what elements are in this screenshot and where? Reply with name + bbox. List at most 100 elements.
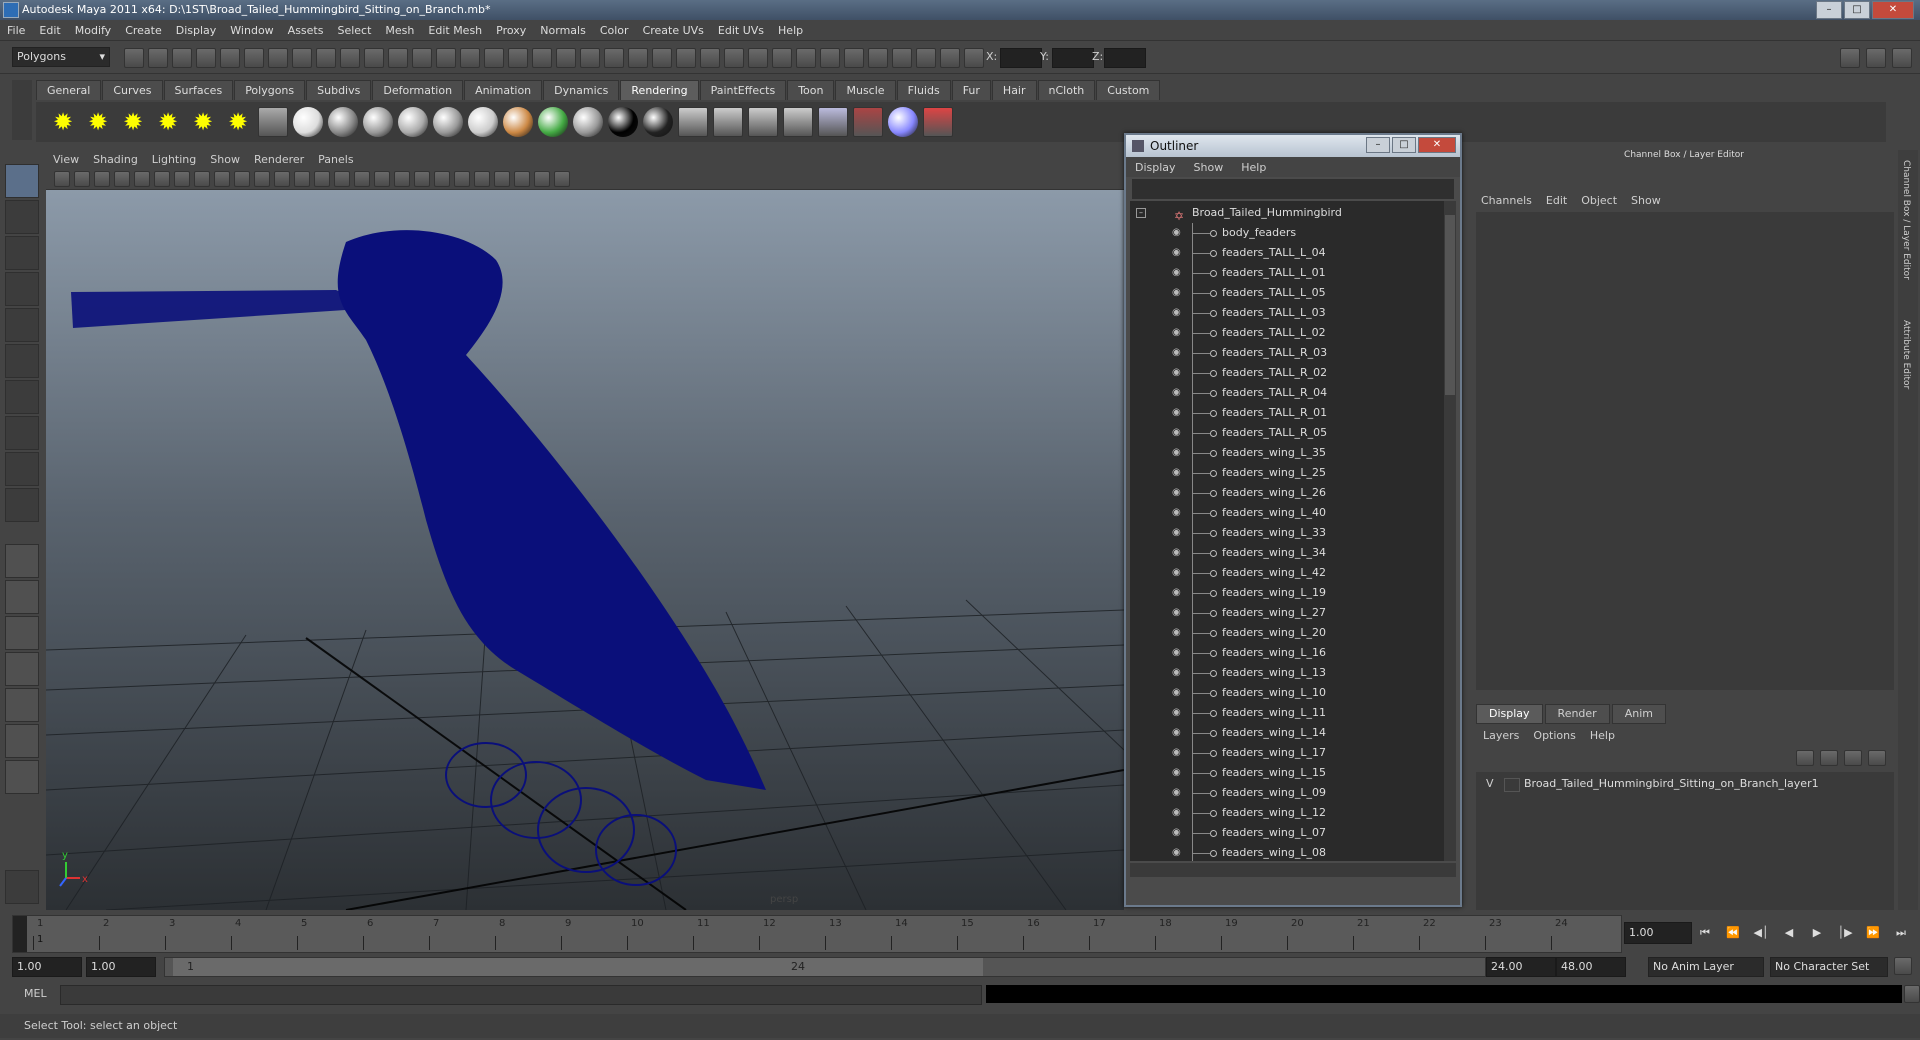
shelf-tab-subdivs[interactable]: Subdivs [306,80,372,100]
status-tool-icon[interactable] [436,48,456,68]
menu-edit-mesh[interactable]: Edit Mesh [421,24,489,37]
viewport-toolbar-icon[interactable] [274,171,290,187]
viewport-toolbar-icon[interactable] [414,171,430,187]
outliner-minimize-button[interactable]: – [1366,137,1390,153]
layer-tab-anim[interactable]: Anim [1611,704,1666,724]
layer-row[interactable]: V Broad_Tailed_Hummingbird_Sitting_on_Br… [1480,774,1890,794]
menu-file[interactable]: File [0,24,32,37]
anim-end-field[interactable]: 48.00 [1556,957,1626,977]
go-to-start-icon[interactable]: ⏮ [1694,924,1716,942]
new-layer-selected-icon[interactable] [1820,750,1838,766]
lasso-tool-icon[interactable] [5,200,39,234]
current-frame-field[interactable]: 1.00 [1624,922,1692,944]
outliner-item[interactable]: ◉ feaders_TALL_R_04 [1130,383,1444,403]
blinn-icon[interactable] [293,107,323,137]
attribute-editor-side-tab[interactable]: Attribute Editor [1901,320,1911,389]
viewport-toolbar-icon[interactable] [474,171,490,187]
outliner-item[interactable]: ◉ feaders_wing_L_27 [1130,603,1444,623]
viewport-menu-renderer[interactable]: Renderer [247,153,311,166]
shelf-tab-hair[interactable]: Hair [991,80,1037,100]
status-tool-icon[interactable] [604,48,624,68]
menu-mesh[interactable]: Mesh [378,24,421,37]
shelf-tab-fluids[interactable]: Fluids [896,80,951,100]
status-tool-icon[interactable] [484,48,504,68]
step-back-frame-icon[interactable]: ◀│ [1750,924,1772,942]
outliner-item[interactable]: ◉ feaders_wing_L_15 [1130,763,1444,783]
status-tool-icon[interactable] [652,48,672,68]
shelf-tab-surfaces[interactable]: Surfaces [163,80,234,100]
channelbox-menu-show[interactable]: Show [1624,194,1668,207]
outliner-horizontal-scrollbar[interactable] [1130,863,1456,877]
shelf-menu-handle[interactable] [12,80,32,140]
status-tool-icon[interactable] [940,48,960,68]
status-tool-icon[interactable] [748,48,768,68]
status-tool-icon[interactable] [388,48,408,68]
preferences-icon[interactable] [1894,957,1912,975]
outliner-item[interactable]: ◉ feaders_TALL_R_02 [1130,363,1444,383]
status-tool-icon[interactable] [412,48,432,68]
ambient-light-icon[interactable]: ✹ [48,107,78,137]
z-field[interactable] [1104,48,1146,68]
layer-tab-display[interactable]: Display [1476,704,1543,724]
viewport-toolbar-icon[interactable] [494,171,510,187]
status-tool-icon[interactable] [796,48,816,68]
render-view-icon[interactable] [678,107,708,137]
shelf-tab-polygons[interactable]: Polygons [234,80,306,100]
batch-render-icon[interactable] [853,107,883,137]
viewport-toolbar-icon[interactable] [454,171,470,187]
anim-start-field[interactable]: 1.00 [12,957,82,977]
viewport-toolbar-icon[interactable] [214,171,230,187]
paint-tool-icon[interactable] [923,107,953,137]
outliner-scroll-thumb[interactable] [1445,215,1455,395]
spot-light-icon[interactable]: ✹ [153,107,183,137]
last-tool-icon[interactable] [5,452,39,486]
manipulator-icon[interactable] [5,380,39,414]
outliner-item[interactable]: ◉ feaders_wing_L_16 [1130,643,1444,663]
graph-editor-layout-icon[interactable] [5,724,39,758]
outliner-item[interactable]: ◉ feaders_wing_L_09 [1130,783,1444,803]
layer-visibility-toggle[interactable]: V [1486,774,1494,794]
volume-light-icon[interactable]: ✹ [223,107,253,137]
viewport-toolbar-icon[interactable] [74,171,90,187]
move-tool-icon[interactable] [5,272,39,306]
range-slider[interactable]: 1 24 [164,957,1486,977]
shelf-tab-custom[interactable]: Custom [1096,80,1161,100]
shelf-tab-deformation[interactable]: Deformation [372,80,464,100]
show-tool-settings-icon[interactable] [1892,48,1912,68]
shading-map-icon[interactable] [643,107,673,137]
outliner-item[interactable]: ◉ feaders_TALL_L_01 [1130,263,1444,283]
outliner-item[interactable]: ◉ feaders_wing_L_19 [1130,583,1444,603]
outliner-item[interactable]: ◉ feaders_wing_L_33 [1130,523,1444,543]
outliner-menu-display[interactable]: Display [1126,161,1185,174]
outliner-menu-help[interactable]: Help [1232,161,1275,174]
outliner-item[interactable]: ◉ feaders_wing_L_20 [1130,623,1444,643]
viewport-toolbar-icon[interactable] [514,171,530,187]
outliner-titlebar[interactable]: Outliner – □ ✕ [1126,135,1460,157]
x-field[interactable] [1000,48,1042,68]
move-down-icon[interactable] [1868,750,1886,766]
menu-window[interactable]: Window [223,24,280,37]
status-tool-icon[interactable] [460,48,480,68]
outliner-item[interactable]: ◉ feaders_wing_L_26 [1130,483,1444,503]
four-pane-layout-icon[interactable] [5,580,39,614]
menu-display[interactable]: Display [169,24,224,37]
character-set-dropdown[interactable]: No Character Set [1770,957,1888,977]
outliner-item[interactable]: ◉ feaders_wing_L_08 [1130,843,1444,861]
current-time-marker[interactable] [13,916,27,952]
new-layer-icon[interactable] [1796,750,1814,766]
time-slider[interactable]: 1 1 2 3 4 5 6 7 8 9 10 11 12 13 14 15 16 17 18 19 20 21 22 23 2… [12,915,1622,953]
shelf-tab-curves[interactable]: Curves [102,80,163,100]
channelbox-menu-channels[interactable]: Channels [1474,194,1539,207]
status-tool-icon[interactable] [724,48,744,68]
channelbox-menu-object[interactable]: Object [1574,194,1624,207]
status-tool-icon[interactable] [172,48,192,68]
outliner-filter-field[interactable] [1132,179,1454,199]
status-tool-icon[interactable] [556,48,576,68]
status-tool-icon[interactable] [364,48,384,68]
step-forward-key-icon[interactable]: ⏩ [1862,924,1884,942]
viewport-menu-shading[interactable]: Shading [86,153,145,166]
viewport-toolbar-icon[interactable] [334,171,350,187]
range-end-field[interactable]: 24.00 [1486,957,1556,977]
render-settings-icon[interactable] [783,107,813,137]
menu-set-dropdown[interactable]: Polygons ▾ [12,47,110,67]
